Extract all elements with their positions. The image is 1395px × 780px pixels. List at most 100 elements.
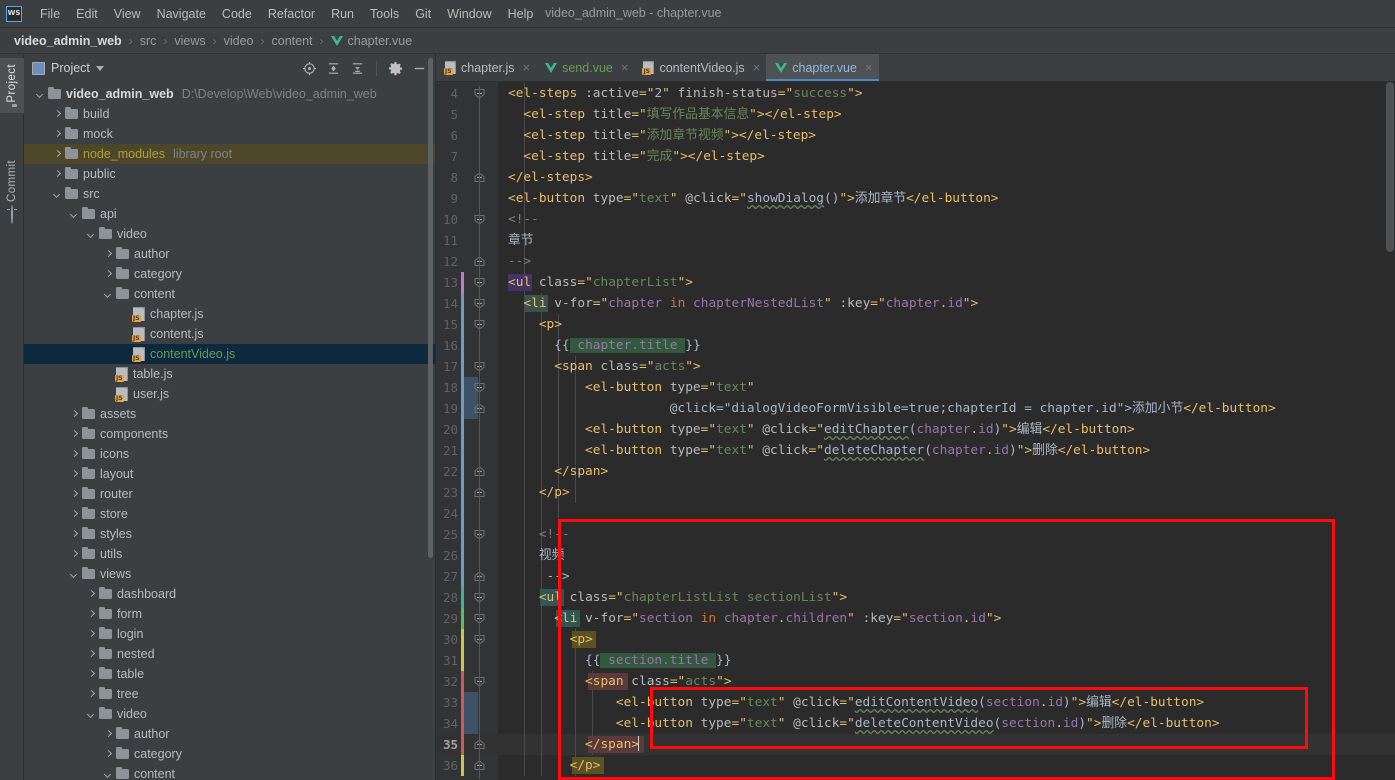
chevron-right-icon[interactable]: [87, 690, 96, 699]
chevron-right-icon[interactable]: [104, 250, 113, 259]
chevron-down-icon[interactable]: [53, 190, 62, 199]
code-line[interactable]: -->: [498, 566, 570, 587]
chevron-right-icon[interactable]: [70, 410, 79, 419]
project-panel-title[interactable]: Project: [51, 61, 90, 75]
tree-item-video-admin-web[interactable]: video_admin_web D:\Develop\Web\video_admi…: [24, 84, 435, 104]
vcs-change-marker[interactable]: [461, 629, 464, 671]
chevron-right-icon[interactable]: [70, 430, 79, 439]
tree-item-icons[interactable]: icons: [24, 444, 435, 464]
menu-code[interactable]: Code: [214, 4, 260, 24]
vcs-change-marker[interactable]: [461, 734, 464, 755]
tree-item-styles[interactable]: styles: [24, 524, 435, 544]
chevron-right-icon[interactable]: [53, 170, 62, 179]
menu-navigate[interactable]: Navigate: [149, 4, 214, 24]
code-line[interactable]: <li v-for="chapter in chapterNestedList"…: [498, 293, 978, 314]
code-line[interactable]: <el-button type="text" @click="deleteCon…: [498, 713, 1220, 734]
tree-item-nested[interactable]: nested: [24, 644, 435, 664]
vcs-change-marker[interactable]: [461, 272, 464, 293]
breadcrumb-segment-views[interactable]: views: [174, 34, 205, 48]
editor-tab-send-vue[interactable]: send.vue ×: [536, 54, 634, 81]
code-line[interactable]: <el-button type="text" @click="showDialo…: [498, 188, 999, 209]
tree-item-content-js[interactable]: content.js: [24, 324, 435, 344]
chevron-down-icon[interactable]: [87, 230, 96, 239]
code-line[interactable]: <span class="acts">: [498, 671, 731, 692]
vcs-change-marker[interactable]: [461, 293, 464, 587]
chevron-right-icon[interactable]: [87, 650, 96, 659]
tree-item-utils[interactable]: utils: [24, 544, 435, 564]
code-line[interactable]: {{ section.title }}: [498, 650, 731, 671]
project-tree[interactable]: video_admin_web D:\Develop\Web\video_admi…: [24, 82, 435, 780]
breadcrumb-segment-src[interactable]: src: [140, 34, 157, 48]
editor-tab-chapter-js[interactable]: chapter.js ×: [436, 54, 536, 81]
code-line[interactable]: </p>: [498, 482, 570, 503]
tree-item-node-modules[interactable]: node_modules library root: [24, 144, 435, 164]
breadcrumb-segment-video[interactable]: video: [224, 34, 254, 48]
chevron-down-icon[interactable]: [104, 290, 113, 299]
hide-panel-icon[interactable]: [412, 61, 427, 76]
breadcrumb-segment-content[interactable]: content: [272, 34, 313, 48]
tree-item-contentvideo-js[interactable]: contentVideo.js: [24, 344, 435, 364]
code-line[interactable]: <el-button type="text" @click="editChapt…: [498, 419, 1135, 440]
tree-item-tree[interactable]: tree: [24, 684, 435, 704]
code-line[interactable]: 章节: [498, 230, 534, 251]
chevron-right-icon[interactable]: [53, 110, 62, 119]
tree-item-video[interactable]: video: [24, 704, 435, 724]
chevron-right-icon[interactable]: [87, 590, 96, 599]
tree-item-table-js[interactable]: table.js: [24, 364, 435, 384]
tree-item-user-js[interactable]: user.js: [24, 384, 435, 404]
code-editor[interactable]: 4 5 6 7 8 9 10 11 12 13 14 15 16 17 18 19 20 21 22 23 24 25 26…: [436, 82, 1395, 780]
chevron-right-icon[interactable]: [87, 610, 96, 619]
tree-item-content[interactable]: content: [24, 284, 435, 304]
chevron-down-icon[interactable]: [70, 210, 79, 219]
code-line[interactable]: <p>: [498, 629, 593, 650]
close-tab-icon[interactable]: ×: [753, 60, 761, 75]
chevron-right-icon[interactable]: [70, 450, 79, 459]
code-line[interactable]: <!--: [498, 524, 570, 545]
vcs-change-marker[interactable]: [461, 671, 464, 692]
tree-item-router[interactable]: router: [24, 484, 435, 504]
tree-item-author[interactable]: author: [24, 724, 435, 744]
chevron-right-icon[interactable]: [104, 750, 113, 759]
code-line[interactable]: [498, 503, 508, 524]
code-line[interactable]: -->: [498, 251, 531, 272]
tree-item-table[interactable]: table: [24, 664, 435, 684]
code-line[interactable]: </span>: [498, 461, 608, 482]
menu-edit[interactable]: Edit: [68, 4, 106, 24]
tree-item-author[interactable]: author: [24, 244, 435, 264]
chevron-down-icon[interactable]: [36, 90, 45, 99]
code-line[interactable]: {{ chapter.title }}: [498, 335, 701, 356]
tree-item-form[interactable]: form: [24, 604, 435, 624]
tree-item-mock[interactable]: mock: [24, 124, 435, 144]
close-tab-icon[interactable]: ×: [865, 60, 873, 75]
tree-item-src[interactable]: src: [24, 184, 435, 204]
code-line[interactable]: 视频: [498, 545, 565, 566]
editor-scrollbar[interactable]: [1386, 82, 1394, 252]
editor-tab-contentvideo-js[interactable]: contentVideo.js ×: [634, 54, 766, 81]
code-line[interactable]: </span>: [498, 734, 640, 755]
code-content[interactable]: <el-steps :active="2" finish-status="suc…: [498, 82, 1395, 780]
code-line[interactable]: <el-button type="text": [498, 377, 755, 398]
vcs-change-marker[interactable]: [461, 755, 464, 776]
locate-icon[interactable]: [302, 61, 317, 76]
menu-file[interactable]: File: [32, 4, 68, 24]
tree-item-content[interactable]: content: [24, 764, 435, 780]
tool-tab-project[interactable]: Project: [0, 58, 24, 113]
chevron-right-icon[interactable]: [70, 510, 79, 519]
chevron-down-icon[interactable]: [104, 770, 113, 779]
menu-run[interactable]: Run: [323, 4, 362, 24]
tree-item-dashboard[interactable]: dashboard: [24, 584, 435, 604]
tree-item-build[interactable]: build: [24, 104, 435, 124]
tree-item-components[interactable]: components: [24, 424, 435, 444]
code-line[interactable]: <ul class="chapterListList sectionList">: [498, 587, 847, 608]
chevron-right-icon[interactable]: [70, 530, 79, 539]
code-line[interactable]: </el-steps>: [498, 167, 593, 188]
tree-item-store[interactable]: store: [24, 504, 435, 524]
expand-all-icon[interactable]: [326, 61, 341, 76]
chevron-right-icon[interactable]: [104, 270, 113, 279]
breadcrumb-root[interactable]: video_admin_web: [14, 34, 122, 48]
code-line[interactable]: <el-step title="完成"></el-step>: [498, 146, 764, 167]
menu-help[interactable]: Help: [500, 4, 542, 24]
code-line[interactable]: <el-step title="添加章节视频"></el-step>: [498, 125, 816, 146]
tree-item-category[interactable]: category: [24, 744, 435, 764]
tree-item-category[interactable]: category: [24, 264, 435, 284]
